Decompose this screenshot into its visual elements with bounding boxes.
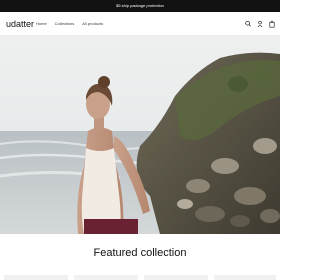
hero-image <box>0 36 280 234</box>
nav-home[interactable]: Home <box>36 18 47 30</box>
site-header: udatter Home Collections All products <box>0 12 280 36</box>
announcement-bar: $5 ship package protection <box>0 0 280 12</box>
product-card[interactable] <box>144 275 208 280</box>
hero-banner[interactable] <box>0 36 280 234</box>
account-icon[interactable] <box>257 19 263 29</box>
store-logo[interactable]: udatter <box>6 18 34 30</box>
featured-collection-title: Featured collection <box>93 247 187 259</box>
header-icons <box>245 19 275 29</box>
main-nav: Home Collections All products <box>36 18 103 30</box>
product-card[interactable] <box>4 275 68 280</box>
product-card-row <box>0 272 280 280</box>
featured-collection-section: Featured collection <box>0 234 280 280</box>
product-card[interactable] <box>74 275 138 280</box>
nav-all-products[interactable]: All products <box>82 18 103 30</box>
nav-collections[interactable]: Collections <box>55 18 75 30</box>
search-icon[interactable] <box>245 19 251 29</box>
announcement-text: $5 ship package protection <box>116 3 164 8</box>
product-card[interactable] <box>214 275 276 280</box>
cart-icon[interactable] <box>269 19 275 29</box>
